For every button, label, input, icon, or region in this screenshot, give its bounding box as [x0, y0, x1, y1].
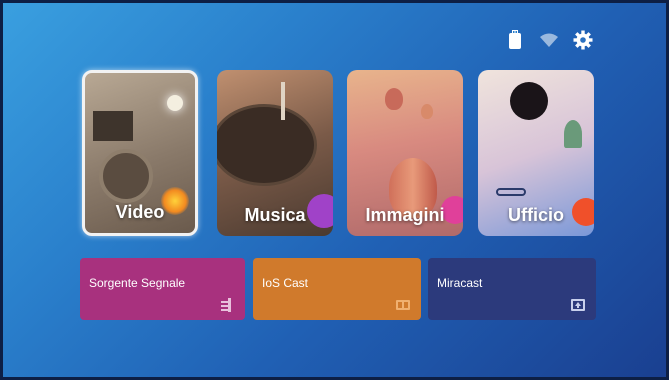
wifi-icon[interactable]: [539, 30, 559, 50]
tile-immagini-label: Immagini: [365, 205, 445, 225]
plant-icon: [564, 120, 582, 148]
tile-ufficio[interactable]: Ufficio: [478, 70, 594, 236]
spotlight-icon: [167, 95, 183, 111]
tile-video[interactable]: Video: [82, 70, 198, 236]
usb-drive-icon[interactable]: [505, 30, 525, 50]
signal-source-icon: [221, 298, 231, 312]
ios-cast-button[interactable]: IoS Cast: [253, 258, 421, 320]
tonearm-icon: [281, 82, 285, 120]
ios-cast-label: IoS Cast: [262, 276, 309, 290]
miracast-button[interactable]: Miracast: [428, 258, 596, 320]
dark-circle-decor: [510, 82, 548, 120]
miracast-label: Miracast: [437, 276, 483, 290]
status-bar: [505, 30, 593, 50]
tile-video-label: Video: [115, 202, 165, 222]
tile-ufficio-label: Ufficio: [508, 205, 564, 225]
vinyl-record-icon: [217, 104, 317, 186]
clapperboard-icon: [93, 111, 133, 141]
sorgente-segnale-button[interactable]: Sorgente Segnale: [80, 258, 245, 320]
ios-cast-icon: [396, 300, 410, 310]
hot-air-balloon-icon: [385, 88, 403, 110]
glasses-icon: [496, 188, 526, 196]
settings-gear-icon[interactable]: [573, 30, 593, 50]
tile-musica[interactable]: Musica: [217, 70, 333, 236]
sorgente-segnale-label: Sorgente Segnale: [89, 276, 186, 290]
tile-immagini[interactable]: Immagini: [347, 70, 463, 236]
miracast-icon: [571, 299, 585, 311]
film-reel-icon: [99, 149, 153, 203]
home-screen: Video Musica Immagini Ufficio Sorgente S…: [0, 0, 669, 380]
tile-musica-label: Musica: [244, 205, 306, 225]
hot-air-balloon-icon: [421, 104, 433, 119]
